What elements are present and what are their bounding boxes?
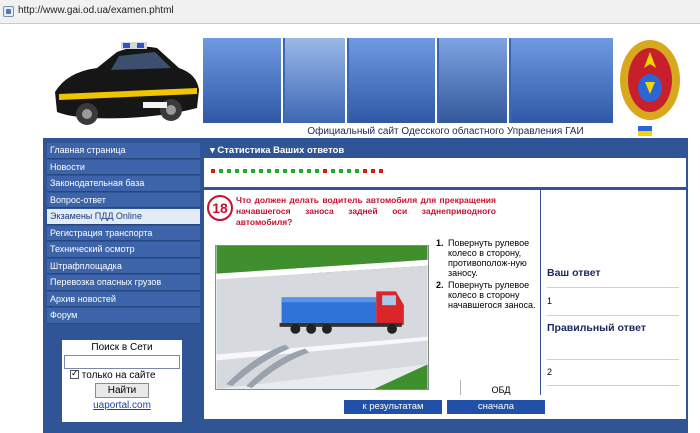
results-panel: Ваш ответ 1 Правильный ответ 2 <box>540 190 686 400</box>
correct-answer-header: Правильный ответ <box>547 318 679 360</box>
answer-dot-correct <box>251 169 255 173</box>
web-search-box: Поиск в Сети только на сайте Найти uapor… <box>62 340 182 422</box>
answer-dot-wrong <box>363 169 367 173</box>
search-title: Поиск в Сети <box>91 342 153 353</box>
statistics-title: Статистика Ваших ответов <box>217 145 345 156</box>
menu-item-archive[interactable]: Архив новостей <box>47 291 200 307</box>
answer-dot-correct <box>331 169 335 173</box>
find-button[interactable]: Найти <box>95 383 149 398</box>
question-text: Что должен делать водитель автомобиля дл… <box>236 195 496 227</box>
menu-item-exams[interactable]: Экзамены ПДД Online <box>47 209 200 225</box>
answers-statistics: ▾ Статистика Ваших ответов <box>204 143 686 187</box>
answer-dot-correct <box>299 169 303 173</box>
answer-list: 1. Повернуть рулевое колесо в сторону, п… <box>436 238 546 312</box>
answer-dot-wrong <box>211 169 215 173</box>
gai-emblem-picture <box>620 40 680 120</box>
page-icon <box>3 6 14 17</box>
answer-dot-correct <box>283 169 287 173</box>
site-banner: Официальный сайт Одесского областного Уп… <box>43 30 688 138</box>
menu-item-legislation[interactable]: Законодательная база <box>47 176 200 192</box>
correct-answer-value: 2 <box>547 360 679 386</box>
answer-dot-correct <box>275 169 279 173</box>
question-number: 18 <box>207 195 233 221</box>
ukraine-flag-icon <box>638 126 652 136</box>
answer-dot-correct <box>243 169 247 173</box>
menu-item-impound[interactable]: Штрафплощадка <box>47 258 200 274</box>
skid-scene-picture <box>215 245 429 390</box>
only-site-label: только на сайте <box>81 370 156 381</box>
main-menu: Главная страница Новости Законодательная… <box>47 143 200 325</box>
answer-dot-wrong <box>371 169 375 173</box>
answer-dot-correct <box>355 169 359 173</box>
navigation-buttons: к результатам сначала <box>204 395 686 419</box>
answer-dot-correct <box>259 169 263 173</box>
menu-item-home[interactable]: Главная страница <box>47 143 200 159</box>
menu-item-forum[interactable]: Форум <box>47 308 200 324</box>
answer-number: 2. <box>436 280 444 290</box>
answer-dot-correct <box>219 169 223 173</box>
answer-dot-correct <box>315 169 319 173</box>
only-site-checkbox[interactable] <box>70 368 79 379</box>
menu-item-inspection[interactable]: Технический осмотр <box>47 242 200 258</box>
your-answer-header: Ваш ответ <box>547 260 679 288</box>
statistics-header: ▾ Статистика Ваших ответов <box>204 143 686 158</box>
banner-photos <box>203 38 613 123</box>
answer-dot-wrong <box>323 169 327 173</box>
obd-label: ОБД <box>491 385 511 395</box>
answer-dot-correct <box>339 169 343 173</box>
uaportal-link[interactable]: uaportal.com <box>62 400 182 411</box>
site-caption: Официальный сайт Одесского областного Уп… <box>203 125 688 138</box>
url-text[interactable]: http://www.gai.od.ua/examen.phtml <box>18 5 174 16</box>
answer-number: 1. <box>436 238 444 248</box>
answer-dot-correct <box>227 169 231 173</box>
answer-text: Повернуть рулевое колесо в сторону, прот… <box>448 238 530 278</box>
site-page: Официальный сайт Одесского областного Уп… <box>43 30 688 433</box>
menu-item-qa[interactable]: Вопрос-ответ <box>47 192 200 208</box>
menu-item-registration[interactable]: Регистрация транспорта <box>47 225 200 241</box>
answer-dot-correct <box>291 169 295 173</box>
your-answer-value: 1 <box>547 288 679 316</box>
police-car-picture <box>47 32 203 132</box>
answer-dot-wrong <box>379 169 383 173</box>
answer-dot-correct <box>235 169 239 173</box>
menu-item-dangerous-cargo[interactable]: Перевозка опасных грузов <box>47 275 200 291</box>
menu-item-news[interactable]: Новости <box>47 159 200 175</box>
answer-option-2[interactable]: 2. Повернуть рулевое колесо в сторону на… <box>436 280 546 310</box>
restart-button[interactable]: сначала <box>447 400 545 414</box>
only-site-option[interactable]: только на сайте <box>62 368 182 381</box>
address-bar[interactable]: http://www.gai.od.ua/examen.phtml <box>0 0 700 24</box>
answer-dot-correct <box>347 169 351 173</box>
to-results-button[interactable]: к результатам <box>344 400 442 414</box>
answer-dot-correct <box>267 169 271 173</box>
answer-dot-correct <box>307 169 311 173</box>
answer-text: Повернуть рулевое колесо в сторону начав… <box>448 280 536 310</box>
search-input[interactable] <box>64 355 180 369</box>
answer-option-1[interactable]: 1. Повернуть рулевое колесо в сторону, п… <box>436 238 546 278</box>
